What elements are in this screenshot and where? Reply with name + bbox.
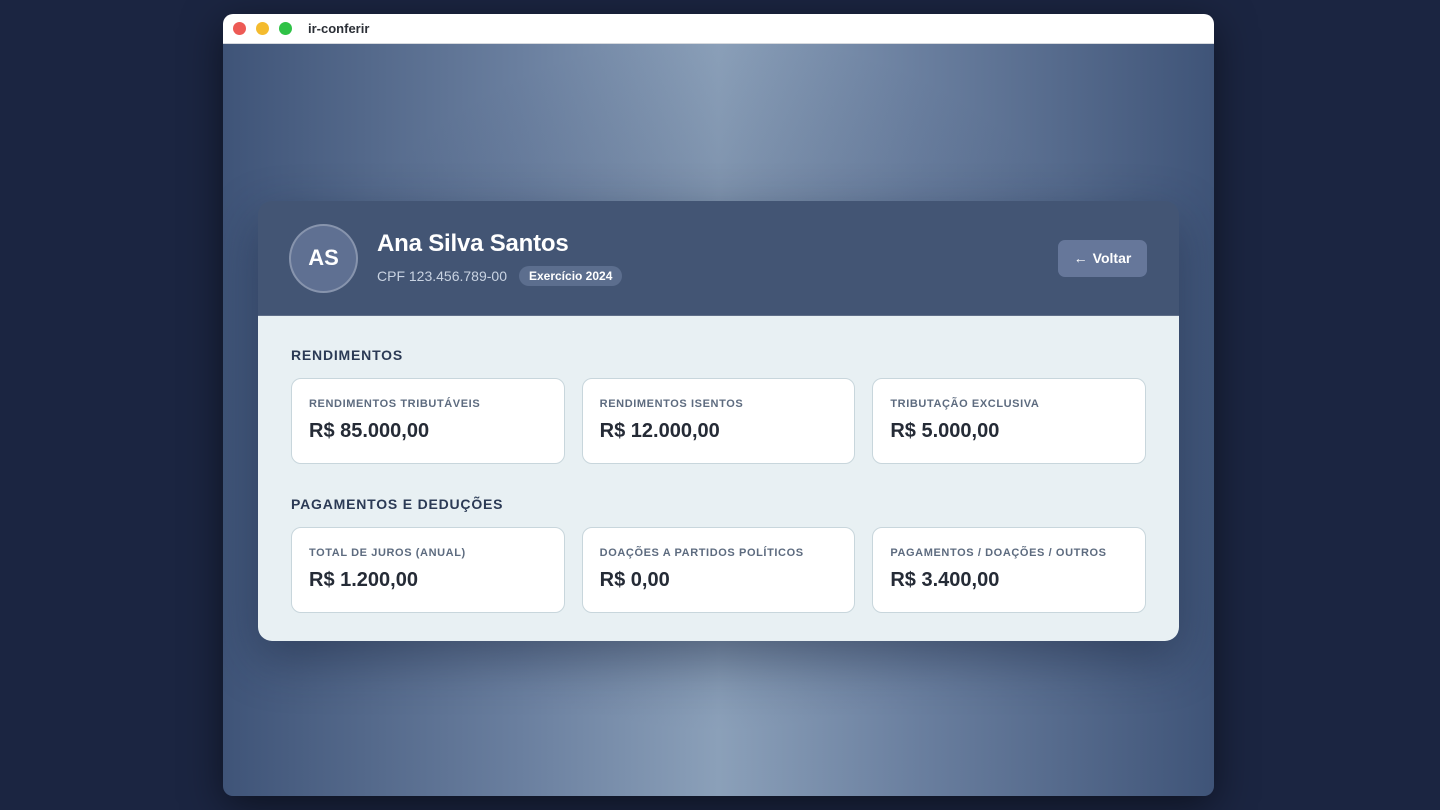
cpf-text: CPF 123.456.789-00 bbox=[377, 268, 507, 284]
close-window-button[interactable] bbox=[233, 22, 246, 35]
tile-label: TOTAL DE JUROS (ANUAL) bbox=[309, 547, 466, 559]
tile-value: R$ 85.000,00 bbox=[309, 420, 430, 442]
section-title: PAGAMENTOS E DEDUÇÕES bbox=[291, 496, 504, 512]
tile-value: R$ 12.000,00 bbox=[599, 420, 720, 442]
tile-label: DOAÇÕES A PARTIDOS POLÍTICOS bbox=[599, 547, 804, 559]
back-button[interactable]: ← Voltar bbox=[1058, 239, 1147, 277]
section-title: RENDIMENTOS bbox=[291, 347, 403, 363]
minimize-window-button[interactable] bbox=[256, 22, 269, 35]
tile-pagamentos-outros: PAGAMENTOS / DOAÇÕES / OUTROS R$ 3.400,0… bbox=[872, 527, 1147, 613]
tile-value: R$ 3.400,00 bbox=[890, 569, 1000, 591]
tile-grid: RENDIMENTOS TRIBUTÁVEIS R$ 85.000,00 REN… bbox=[291, 378, 1147, 464]
tile-label: TRIBUTAÇÃO EXCLUSIVA bbox=[890, 398, 1040, 410]
app-window: ir-conferir AS Ana Silva Santos CPF 123.… bbox=[223, 14, 1214, 796]
title-bar: ir-conferir bbox=[223, 14, 1214, 44]
card-body: RENDIMENTOS RENDIMENTOS TRIBUTÁVEIS R$ 8… bbox=[258, 316, 1179, 641]
tile-label: RENDIMENTOS TRIBUTÁVEIS bbox=[309, 398, 481, 410]
tile-rendimentos-tributaveis: RENDIMENTOS TRIBUTÁVEIS R$ 85.000,00 bbox=[291, 378, 565, 464]
tile-value: R$ 1.200,00 bbox=[309, 569, 418, 591]
section-pagamentos-deducoes: PAGAMENTOS E DEDUÇÕES TOTAL DE JUROS (AN… bbox=[291, 496, 1147, 613]
taxpayer-header: AS Ana Silva Santos CPF 123.456.789-00 E… bbox=[258, 201, 1179, 316]
tile-label: RENDIMENTOS ISENTOS bbox=[599, 398, 744, 410]
taxpayer-card: AS Ana Silva Santos CPF 123.456.789-00 E… bbox=[258, 201, 1179, 641]
taxpayer-name: Ana Silva Santos bbox=[377, 230, 569, 257]
tile-tributacao-exclusiva: TRIBUTAÇÃO EXCLUSIVA R$ 5.000,00 bbox=[872, 378, 1147, 464]
taxpayer-meta: CPF 123.456.789-00 Exercício 2024 bbox=[377, 266, 1058, 286]
tile-doacoes-partidos: DOAÇÕES A PARTIDOS POLÍTICOS R$ 0,00 bbox=[581, 527, 856, 613]
arrow-left-icon: ← bbox=[1073, 250, 1088, 266]
section-rendimentos: RENDIMENTOS RENDIMENTOS TRIBUTÁVEIS R$ 8… bbox=[291, 347, 1147, 464]
tile-label: PAGAMENTOS / DOAÇÕES / OUTROS bbox=[890, 547, 1107, 559]
exercise-badge: Exercício 2024 bbox=[518, 266, 623, 286]
tile-total-juros: TOTAL DE JUROS (ANUAL) R$ 1.200,00 bbox=[291, 527, 565, 613]
avatar: AS bbox=[289, 223, 358, 293]
tile-grid: TOTAL DE JUROS (ANUAL) R$ 1.200,00 DOAÇÕ… bbox=[291, 527, 1147, 613]
taxpayer-identity: Ana Silva Santos CPF 123.456.789-00 Exer… bbox=[377, 230, 1058, 286]
tile-rendimentos-isentos: RENDIMENTOS ISENTOS R$ 12.000,00 bbox=[581, 378, 856, 464]
tile-value: R$ 0,00 bbox=[599, 569, 670, 591]
zoom-window-button[interactable] bbox=[279, 22, 292, 35]
tile-value: R$ 5.000,00 bbox=[890, 420, 1000, 442]
window-content: AS Ana Silva Santos CPF 123.456.789-00 E… bbox=[223, 44, 1214, 796]
back-button-label: Voltar bbox=[1092, 250, 1132, 266]
window-title: ir-conferir bbox=[308, 21, 370, 36]
